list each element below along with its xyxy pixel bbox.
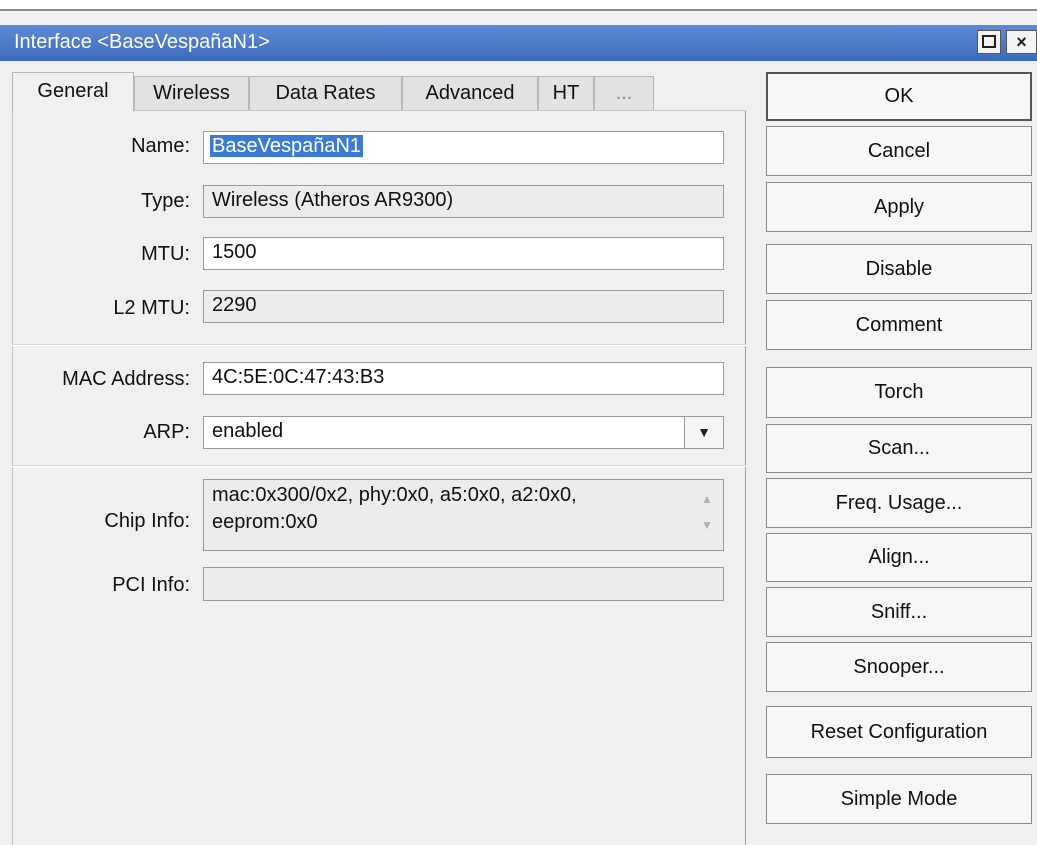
arp-select[interactable]: enabled bbox=[203, 416, 685, 449]
maximize-icon[interactable] bbox=[977, 30, 1001, 54]
name-label: Name: bbox=[131, 135, 190, 157]
mac-label: MAC Address: bbox=[62, 368, 190, 390]
simple-mode-button[interactable]: Simple Mode bbox=[766, 774, 1032, 824]
reset-configuration-button[interactable]: Reset Configuration bbox=[766, 706, 1032, 758]
mtu-field[interactable]: 1500 bbox=[203, 237, 724, 270]
pci-info-field bbox=[203, 567, 724, 601]
sniff-button[interactable]: Sniff... bbox=[766, 587, 1032, 637]
chip-info-scrollbar[interactable]: ▲ ▼ bbox=[699, 486, 715, 542]
l2mtu-field: 2290 bbox=[203, 290, 724, 323]
disable-button[interactable]: Disable bbox=[766, 244, 1032, 294]
top-border bbox=[0, 0, 1037, 11]
torch-button[interactable]: Torch bbox=[766, 367, 1032, 418]
type-field: Wireless (Atheros AR9300) bbox=[203, 185, 724, 218]
section-divider bbox=[12, 465, 746, 467]
name-value: BaseVespañaN1 bbox=[210, 135, 364, 157]
tab-general[interactable]: General bbox=[12, 72, 134, 112]
tab-ht[interactable]: HT bbox=[538, 76, 594, 110]
section-divider bbox=[12, 344, 746, 346]
general-panel bbox=[12, 110, 746, 845]
chip-info-value: mac:0x300/0x2, phy:0x0, a5:0x0, a2:0x0, … bbox=[212, 484, 577, 533]
snooper-button[interactable]: Snooper... bbox=[766, 642, 1032, 692]
arp-label: ARP: bbox=[143, 421, 190, 443]
ok-button[interactable]: OK bbox=[766, 72, 1032, 121]
type-label: Type: bbox=[141, 190, 190, 212]
window-title: Interface <BaseVespañaN1> bbox=[14, 31, 270, 53]
freq-usage-button[interactable]: Freq. Usage... bbox=[766, 478, 1032, 528]
mac-field[interactable]: 4C:5E:0C:47:43:B3 bbox=[203, 362, 724, 395]
mtu-label: MTU: bbox=[141, 243, 190, 265]
interface-dialog: Interface <BaseVespañaN1> × General Wire… bbox=[0, 0, 1037, 845]
align-button[interactable]: Align... bbox=[766, 533, 1032, 582]
title-bar[interactable]: Interface <BaseVespañaN1> × bbox=[0, 25, 1037, 61]
tab-data-rates[interactable]: Data Rates bbox=[249, 76, 402, 110]
scan-button[interactable]: Scan... bbox=[766, 424, 1032, 473]
pci-info-label: PCI Info: bbox=[112, 574, 190, 596]
cancel-button[interactable]: Cancel bbox=[766, 126, 1032, 176]
chip-info-field: mac:0x300/0x2, phy:0x0, a5:0x0, a2:0x0, … bbox=[203, 479, 724, 551]
close-icon[interactable]: × bbox=[1006, 30, 1037, 54]
chip-info-label: Chip Info: bbox=[104, 510, 190, 532]
arp-dropdown-arrow-icon[interactable]: ▼ bbox=[684, 416, 724, 449]
apply-button[interactable]: Apply bbox=[766, 182, 1032, 232]
l2mtu-label: L2 MTU: bbox=[113, 297, 190, 319]
name-field[interactable]: BaseVespañaN1 bbox=[203, 131, 724, 164]
tab-more[interactable]: ... bbox=[594, 76, 654, 110]
comment-button[interactable]: Comment bbox=[766, 300, 1032, 350]
tab-advanced[interactable]: Advanced bbox=[402, 76, 538, 110]
tab-wireless[interactable]: Wireless bbox=[134, 76, 249, 110]
